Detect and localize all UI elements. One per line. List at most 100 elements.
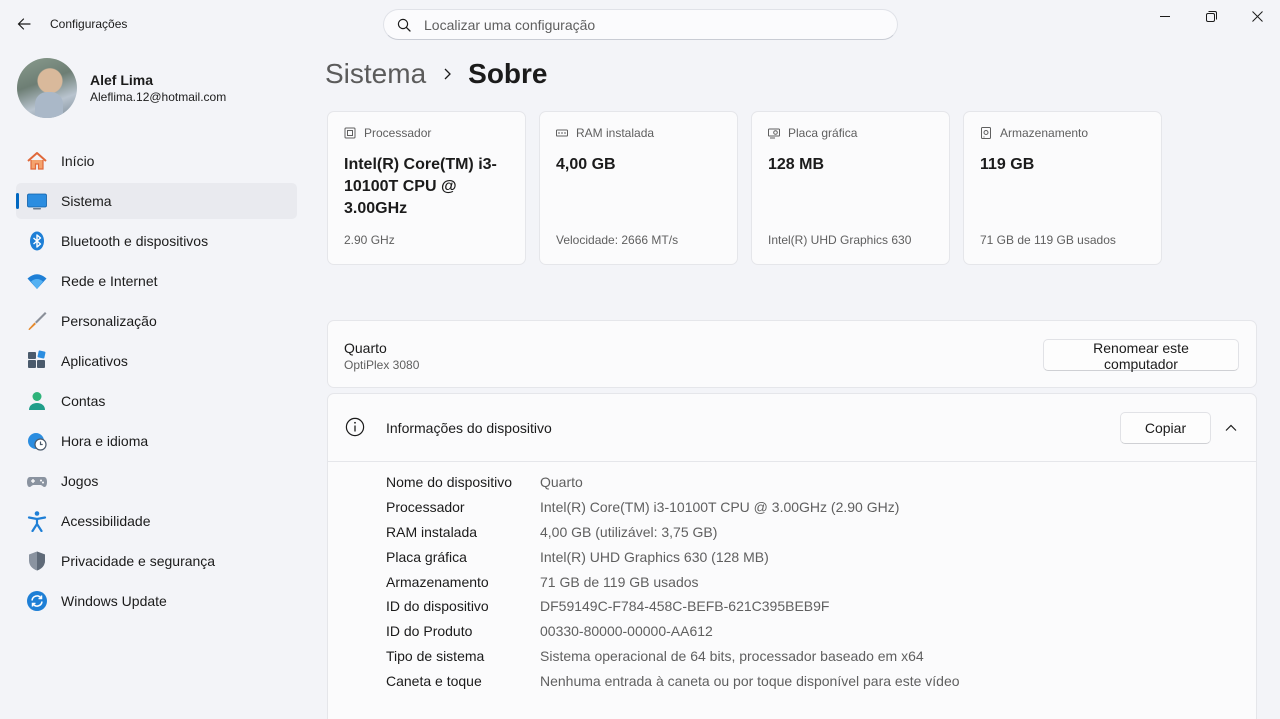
card-title: Placa gráfica	[788, 126, 858, 140]
breadcrumb-parent[interactable]: Sistema	[325, 58, 426, 90]
sidebar-item-label: Personalização	[61, 313, 157, 329]
window-controls	[1142, 0, 1280, 32]
card-title: Armazenamento	[1000, 126, 1089, 140]
info-key: Processador	[386, 499, 465, 516]
sidebar-nav: Início Sistema Bluetooth e dispositivos …	[16, 143, 297, 623]
sidebar-item-inicio[interactable]: Início	[16, 143, 297, 179]
card-subtext: 71 GB de 119 GB usados	[980, 233, 1116, 247]
info-key: Nome do dispositivo	[386, 474, 513, 491]
card-title: Processador	[364, 126, 432, 140]
sidebar-item-windows-update[interactable]: Windows Update	[16, 583, 297, 619]
card-value: 119 GB	[980, 156, 1035, 173]
avatar	[17, 58, 77, 118]
profile-email: Aleflima.12@hotmail.com	[90, 90, 227, 104]
chevron-up-icon[interactable]	[1223, 420, 1239, 436]
sidebar-item-aplicativos[interactable]: Aplicativos	[16, 343, 297, 379]
info-value: Intel(R) Core(TM) i3-10100T CPU @ 3.00GH…	[540, 499, 900, 516]
card-subtext: Intel(R) UHD Graphics 630	[768, 233, 912, 247]
info-key: Caneta e toque	[386, 672, 482, 689]
sidebar-item-label: Privacidade e segurança	[61, 553, 216, 569]
profile-name: Alef Lima	[90, 72, 154, 88]
sidebar-item-privacidade[interactable]: Privacidade e segurança	[16, 543, 297, 579]
device-model: OptiPlex 3080	[344, 358, 420, 372]
info-value: Intel(R) UHD Graphics 630 (128 MB)	[540, 548, 769, 565]
home-icon	[26, 150, 48, 172]
restore-icon	[1205, 10, 1217, 22]
sidebar-item-label: Hora e idioma	[61, 433, 149, 449]
spec-cards: Processador Intel(R) Core(TM) i3-10100T …	[327, 111, 1175, 265]
restore-button[interactable]	[1188, 0, 1234, 32]
card-value: 4,00 GB	[556, 156, 616, 173]
info-row: ID do Produto 00330-80000-00000-AA612	[386, 619, 1256, 644]
device-info-header[interactable]: Informações do dispositivo Copiar	[328, 394, 1256, 462]
ram-icon	[556, 127, 568, 139]
info-value: 71 GB de 119 GB usados	[540, 573, 699, 590]
breadcrumb: Sistema Sobre	[325, 58, 548, 90]
info-row: Nome do dispositivo Quarto	[386, 470, 1256, 495]
info-key: RAM instalada	[386, 523, 478, 540]
info-row: Armazenamento 71 GB de 119 GB usados	[386, 569, 1256, 594]
sidebar-item-bluetooth[interactable]: Bluetooth e dispositivos	[16, 223, 297, 259]
card-value: Intel(R) Core(TM) i3-10100T CPU @ 3.00GH…	[344, 156, 497, 217]
info-row: Tipo de sistema Sistema operacional de 6…	[386, 644, 1256, 669]
sidebar-item-contas[interactable]: Contas	[16, 383, 297, 419]
device-info-list: Nome do dispositivo Quarto Processador I…	[328, 462, 1256, 693]
brush-icon	[26, 310, 48, 332]
title-bar: Configurações	[0, 0, 1280, 48]
info-row: RAM instalada 4,00 GB (utilizável: 3,75 …	[386, 520, 1256, 545]
wifi-icon	[26, 270, 48, 292]
info-value: Sistema operacional de 64 bits, processa…	[540, 647, 924, 664]
sidebar-item-rede[interactable]: Rede e Internet	[16, 263, 297, 299]
info-key: ID do dispositivo	[386, 598, 489, 615]
sidebar-item-label: Rede e Internet	[61, 273, 158, 289]
rename-computer-button[interactable]: Renomear este computador	[1043, 339, 1239, 372]
sidebar-item-label: Windows Update	[61, 593, 167, 609]
info-key: ID do Produto	[386, 623, 473, 640]
sidebar-item-label: Acessibilidade	[61, 513, 151, 529]
info-value: 4,00 GB (utilizável: 3,75 GB)	[540, 523, 718, 540]
clock-globe-icon	[26, 430, 48, 452]
device-name: Quarto	[344, 340, 387, 356]
storage-card: Armazenamento 119 GB 71 GB de 119 GB usa…	[963, 111, 1162, 265]
info-row: Placa gráfica Intel(R) UHD Graphics 630 …	[386, 544, 1256, 569]
sidebar-item-label: Aplicativos	[61, 353, 128, 369]
ram-card: RAM instalada 4,00 GB Velocidade: 2666 M…	[539, 111, 738, 265]
update-icon	[26, 590, 48, 612]
info-row: Processador Intel(R) Core(TM) i3-10100T …	[386, 495, 1256, 520]
card-subtext: Velocidade: 2666 MT/s	[556, 233, 679, 247]
apps-icon	[26, 350, 48, 372]
info-key: Tipo de sistema	[386, 647, 485, 664]
search-input[interactable]	[424, 16, 864, 33]
bluetooth-icon	[26, 230, 48, 252]
info-value: DF59149C-F784-458C-BEFB-621C395BEB9F	[540, 598, 830, 615]
info-key: Armazenamento	[386, 573, 489, 590]
info-value: Nenhuma entrada à caneta ou por toque di…	[540, 672, 960, 689]
back-arrow-icon	[17, 18, 31, 30]
back-button[interactable]	[12, 12, 36, 36]
close-button[interactable]	[1234, 0, 1280, 32]
card-title: RAM instalada	[576, 126, 655, 140]
sidebar-item-hora[interactable]: Hora e idioma	[16, 423, 297, 459]
sidebar-item-personalizacao[interactable]: Personalização	[16, 303, 297, 339]
sidebar-item-acessibilidade[interactable]: Acessibilidade	[16, 503, 297, 539]
shield-icon	[26, 550, 48, 572]
search-box[interactable]	[383, 9, 898, 40]
chevron-right-icon	[442, 67, 452, 81]
minimize-button[interactable]	[1142, 0, 1188, 32]
gpu-icon	[768, 127, 780, 139]
sidebar-item-label: Início	[61, 153, 95, 169]
user-profile[interactable]: Alef Lima Aleflima.12@hotmail.com	[17, 58, 226, 118]
search-icon	[396, 17, 412, 33]
processor-card: Processador Intel(R) Core(TM) i3-10100T …	[327, 111, 526, 265]
processor-icon	[344, 127, 356, 139]
sidebar-item-label: Bluetooth e dispositivos	[61, 233, 209, 249]
info-value: 00330-80000-00000-AA612	[540, 623, 713, 640]
sidebar-item-sistema[interactable]: Sistema	[16, 183, 297, 219]
copy-button[interactable]: Copiar	[1120, 412, 1211, 444]
sidebar-item-jogos[interactable]: Jogos	[16, 463, 297, 499]
card-value: 128 MB	[768, 156, 825, 173]
device-info-panel: Informações do dispositivo Copiar Nome d…	[327, 393, 1257, 719]
minimize-icon	[1160, 16, 1170, 17]
page-title: Sobre	[468, 58, 548, 89]
gamepad-icon	[26, 470, 48, 492]
